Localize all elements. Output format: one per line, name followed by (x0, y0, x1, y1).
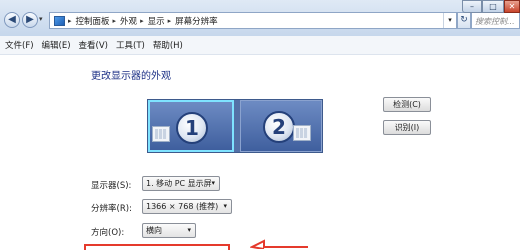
chevron-down-icon: ▾ (223, 202, 227, 210)
breadcrumb-screen-resolution[interactable]: 屏幕分辨率 (175, 15, 218, 27)
display-label: 显示器(S): (91, 181, 132, 191)
menu-view[interactable]: 查看(V) (79, 39, 108, 51)
monitor-1[interactable]: 1 (148, 100, 234, 152)
minimize-button[interactable]: – (462, 0, 482, 13)
breadcrumb-appearance[interactable]: 外观 (120, 15, 137, 27)
resolution-select[interactable]: 1366 × 768 (推荐) ▾ (142, 199, 232, 214)
monitor-number-badge: 1 (176, 112, 208, 144)
menu-edit[interactable]: 编辑(E) (42, 39, 71, 51)
menu-help[interactable]: 帮助(H) (153, 39, 183, 51)
breadcrumb-display[interactable]: 显示 (148, 15, 165, 27)
title-bar: ◀ ▶ ▾ ▸ 控制面板 ▸ 外观 ▸ 显示 ▸ 屏幕分辨率 ▾ ↻ 搜索控制.… (0, 0, 520, 36)
orientation-select[interactable]: 横向 ▾ (142, 223, 196, 238)
orientation-select-value: 横向 (146, 226, 162, 235)
breadcrumb-control-panel[interactable]: 控制面板 (76, 15, 110, 27)
menu-file[interactable]: 文件(F) (5, 39, 34, 51)
chevron-down-icon: ▾ (211, 179, 215, 187)
identify-button[interactable]: 识别(I) (383, 120, 431, 135)
menu-bar: 文件(F) 编辑(E) 查看(V) 工具(T) 帮助(H) (0, 36, 520, 55)
address-bar[interactable]: ▸ 控制面板 ▸ 外观 ▸ 显示 ▸ 屏幕分辨率 ▾ (49, 12, 457, 29)
display-select[interactable]: 1. 移动 PC 显示屏 ▾ (142, 176, 220, 191)
close-icon: ✕ (508, 2, 516, 11)
breadcrumb-separator[interactable]: ▸ (168, 17, 172, 25)
maximize-icon: □ (489, 2, 497, 11)
page-title: 更改显示器的外观 (91, 71, 171, 82)
close-button[interactable]: ✕ (504, 0, 520, 13)
monitor-2[interactable]: 2 (240, 100, 322, 152)
chevron-down-icon: ▾ (187, 226, 191, 234)
orientation-label: 方向(O): (91, 228, 125, 238)
control-panel-icon (54, 15, 65, 26)
display-select-value: 1. 移动 PC 显示屏 (146, 179, 212, 188)
main-content: 更改显示器的外观 1 2 检测(C) 识别(I) 显示器(S): 1. 移动 P… (0, 55, 520, 250)
resolution-label: 分辨率(R): (91, 204, 132, 214)
monitor-number-badge: 2 (263, 111, 295, 143)
minimize-icon: – (470, 2, 474, 11)
back-button[interactable]: ◀ (4, 12, 20, 28)
resolution-select-value: 1366 × 768 (推荐) (146, 202, 219, 211)
monitor-thumbnail-icon (152, 126, 170, 142)
annotation-arrow-icon (250, 239, 308, 249)
monitor-arrangement: 1 2 (147, 99, 323, 153)
menu-tools[interactable]: 工具(T) (116, 39, 145, 51)
breadcrumb-separator[interactable]: ▸ (113, 17, 117, 25)
recent-pages-dropdown[interactable]: ▾ (39, 15, 43, 23)
address-dropdown-button[interactable]: ▾ (443, 13, 456, 28)
maximize-button[interactable]: □ (482, 0, 504, 13)
breadcrumb-separator[interactable]: ▸ (140, 17, 144, 25)
refresh-button[interactable]: ↻ (457, 12, 471, 29)
breadcrumb-separator: ▸ (68, 16, 72, 25)
monitor-thumbnail-icon (293, 125, 311, 141)
detect-button[interactable]: 检测(C) (383, 97, 431, 112)
search-input[interactable]: 搜索控制... (471, 12, 520, 29)
annotation-highlight-box (84, 244, 230, 250)
forward-button[interactable]: ▶ (22, 12, 38, 28)
